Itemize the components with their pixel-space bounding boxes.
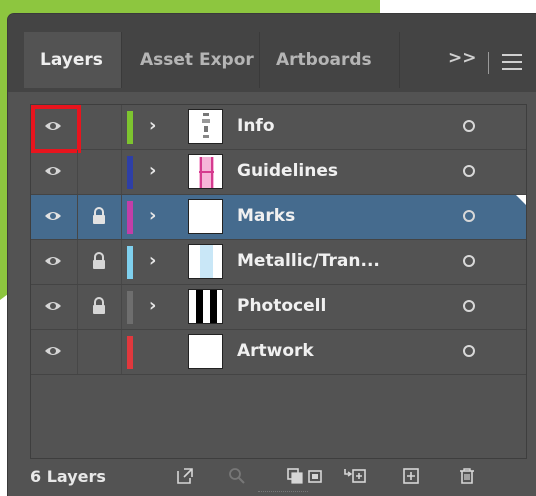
visibility-toggle[interactable] [31,195,78,239]
layer-color-bar [127,291,133,324]
resize-grip[interactable] [258,491,308,496]
lock-toggle[interactable] [77,105,122,149]
visibility-toggle[interactable] [31,240,78,284]
lock-toggle[interactable] [77,150,122,194]
target-circle-icon[interactable] [463,165,475,177]
layer-thumbnail [188,154,223,189]
delete-icon[interactable] [458,467,476,485]
eye-icon [45,212,61,220]
layer-count: 6 Layers [30,467,106,486]
layer-row-photocell[interactable]: › Photocell [31,285,526,330]
lock-toggle[interactable] [77,195,122,239]
new-sublayer-icon[interactable] [344,467,366,485]
eye-icon [45,257,61,265]
more-tabs-button[interactable]: >> [448,48,477,68]
layer-thumbnail [188,244,223,279]
new-layer-icon[interactable] [402,467,420,485]
target-circle-icon[interactable] [463,120,475,132]
visibility-toggle[interactable] [31,285,78,329]
layer-row-metallic[interactable]: › Metallic/Tran... [31,240,526,285]
layer-row-guidelines[interactable]: › Guidelines [31,150,526,195]
selection-corner-indicator [516,195,526,205]
layer-name[interactable]: Metallic/Tran... [237,251,380,271]
expand-chevron-icon[interactable]: › [149,205,156,226]
lock-icon [93,297,105,314]
layer-name[interactable]: Photocell [237,296,326,316]
layer-row-artwork[interactable]: Artwork [31,330,526,375]
layer-row-info[interactable]: › Info [31,105,526,153]
tab-asset-export[interactable]: Asset Expor [124,32,260,88]
layer-name[interactable]: Guidelines [237,161,338,181]
lock-toggle[interactable] [77,330,122,374]
target-circle-icon[interactable] [463,345,475,357]
tab-layers[interactable]: Layers [24,32,122,88]
search-icon[interactable] [228,467,246,485]
eye-highlight-box [31,105,81,153]
layer-color-bar [127,336,133,369]
target-circle-icon[interactable] [463,255,475,267]
layer-name[interactable]: Artwork [237,341,314,361]
layer-thumbnail [188,109,223,144]
layer-name[interactable]: Info [237,116,275,136]
visibility-toggle[interactable] [31,330,78,374]
layer-color-bar [127,246,133,279]
layer-name[interactable]: Marks [237,206,295,226]
layer-thumbnail [188,199,223,234]
expand-chevron-icon[interactable]: › [149,115,156,136]
tab-bar: Layers Asset Expor Artboards >> [8,14,536,92]
lock-toggle[interactable] [77,285,122,329]
panel-footer: 6 Layers [8,454,536,496]
layer-color-bar [127,201,133,234]
layers-list: › Info › Guidelines › Marks › Metallic/T… [30,104,527,459]
tab-divider [488,52,489,74]
target-circle-icon[interactable] [463,300,475,312]
layers-panel: Layers Asset Expor Artboards >> › Info ›… [8,14,536,496]
layer-color-bar [127,111,133,144]
export-icon[interactable] [176,467,194,485]
clipping-mask-icon[interactable] [286,467,304,485]
lock-icon [93,252,105,269]
eye-icon [45,302,61,310]
visibility-toggle[interactable] [31,150,78,194]
layer-row-marks[interactable]: › Marks [31,195,526,240]
expand-chevron-icon[interactable]: › [149,250,156,271]
layer-thumbnail [188,334,223,369]
expand-chevron-icon[interactable]: › [149,160,156,181]
eye-icon [45,347,61,355]
panel-menu-icon[interactable] [502,54,522,70]
eye-icon [45,167,61,175]
lock-icon [93,207,105,224]
expand-chevron-icon[interactable]: › [149,295,156,316]
layer-color-bar [127,156,133,189]
target-circle-icon[interactable] [463,210,475,222]
collect-icon[interactable] [306,467,324,485]
layer-thumbnail [188,289,223,324]
tab-artboards[interactable]: Artboards [260,32,400,88]
lock-toggle[interactable] [77,240,122,284]
